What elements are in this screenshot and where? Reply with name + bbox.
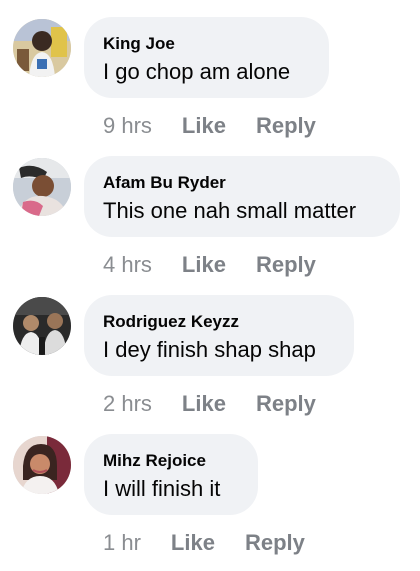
comment-bubble: Mihz Rejoice I will finish it [84, 434, 258, 515]
comment-text: I go chop am alone [103, 59, 291, 84]
avatar[interactable] [13, 297, 71, 355]
avatar[interactable] [13, 436, 71, 494]
comment-bubble: King Joe I go chop am alone [84, 17, 329, 98]
comment-actions: 4 hrs Like Reply [103, 251, 316, 279]
like-button[interactable]: Like [182, 113, 226, 139]
comment-author[interactable]: King Joe [103, 34, 309, 54]
reply-button[interactable]: Reply [256, 113, 316, 139]
comment-timestamp[interactable]: 2 hrs [103, 391, 152, 417]
reply-button[interactable]: Reply [245, 530, 305, 556]
comment-timestamp[interactable]: 9 hrs [103, 113, 152, 139]
comment-timestamp[interactable]: 1 hr [103, 530, 141, 556]
like-button[interactable]: Like [182, 252, 226, 278]
comment-timestamp[interactable]: 4 hrs [103, 252, 152, 278]
avatar[interactable] [13, 158, 71, 216]
comment-item: Afam Bu Ryder This one nah small matter … [0, 139, 420, 278]
avatar[interactable] [13, 19, 71, 77]
like-button[interactable]: Like [171, 530, 215, 556]
comment-item: Mihz Rejoice I will finish it 1 hr Like … [0, 417, 420, 556]
comment-author[interactable]: Mihz Rejoice [103, 451, 238, 471]
comment-actions: 2 hrs Like Reply [103, 390, 316, 418]
comment-item: King Joe I go chop am alone 9 hrs Like R… [0, 0, 420, 139]
comment-text: This one nah small matter [103, 198, 357, 223]
comment-bubble: Rodriguez Keyzz I dey finish shap shap [84, 295, 354, 376]
comment-author[interactable]: Afam Bu Ryder [103, 173, 380, 193]
comment-author[interactable]: Rodriguez Keyzz [103, 312, 334, 332]
comment-bubble: Afam Bu Ryder This one nah small matter [84, 156, 400, 237]
reply-button[interactable]: Reply [256, 391, 316, 417]
comment-text: I dey finish shap shap [103, 337, 316, 362]
like-button[interactable]: Like [182, 391, 226, 417]
comment-thread: King Joe I go chop am alone 9 hrs Like R… [0, 0, 420, 571]
comment-item: Rodriguez Keyzz I dey finish shap shap 2… [0, 278, 420, 417]
comment-actions: 1 hr Like Reply [103, 529, 305, 557]
comment-actions: 9 hrs Like Reply [103, 112, 316, 140]
comment-text: I will finish it [103, 476, 221, 501]
reply-button[interactable]: Reply [256, 252, 316, 278]
